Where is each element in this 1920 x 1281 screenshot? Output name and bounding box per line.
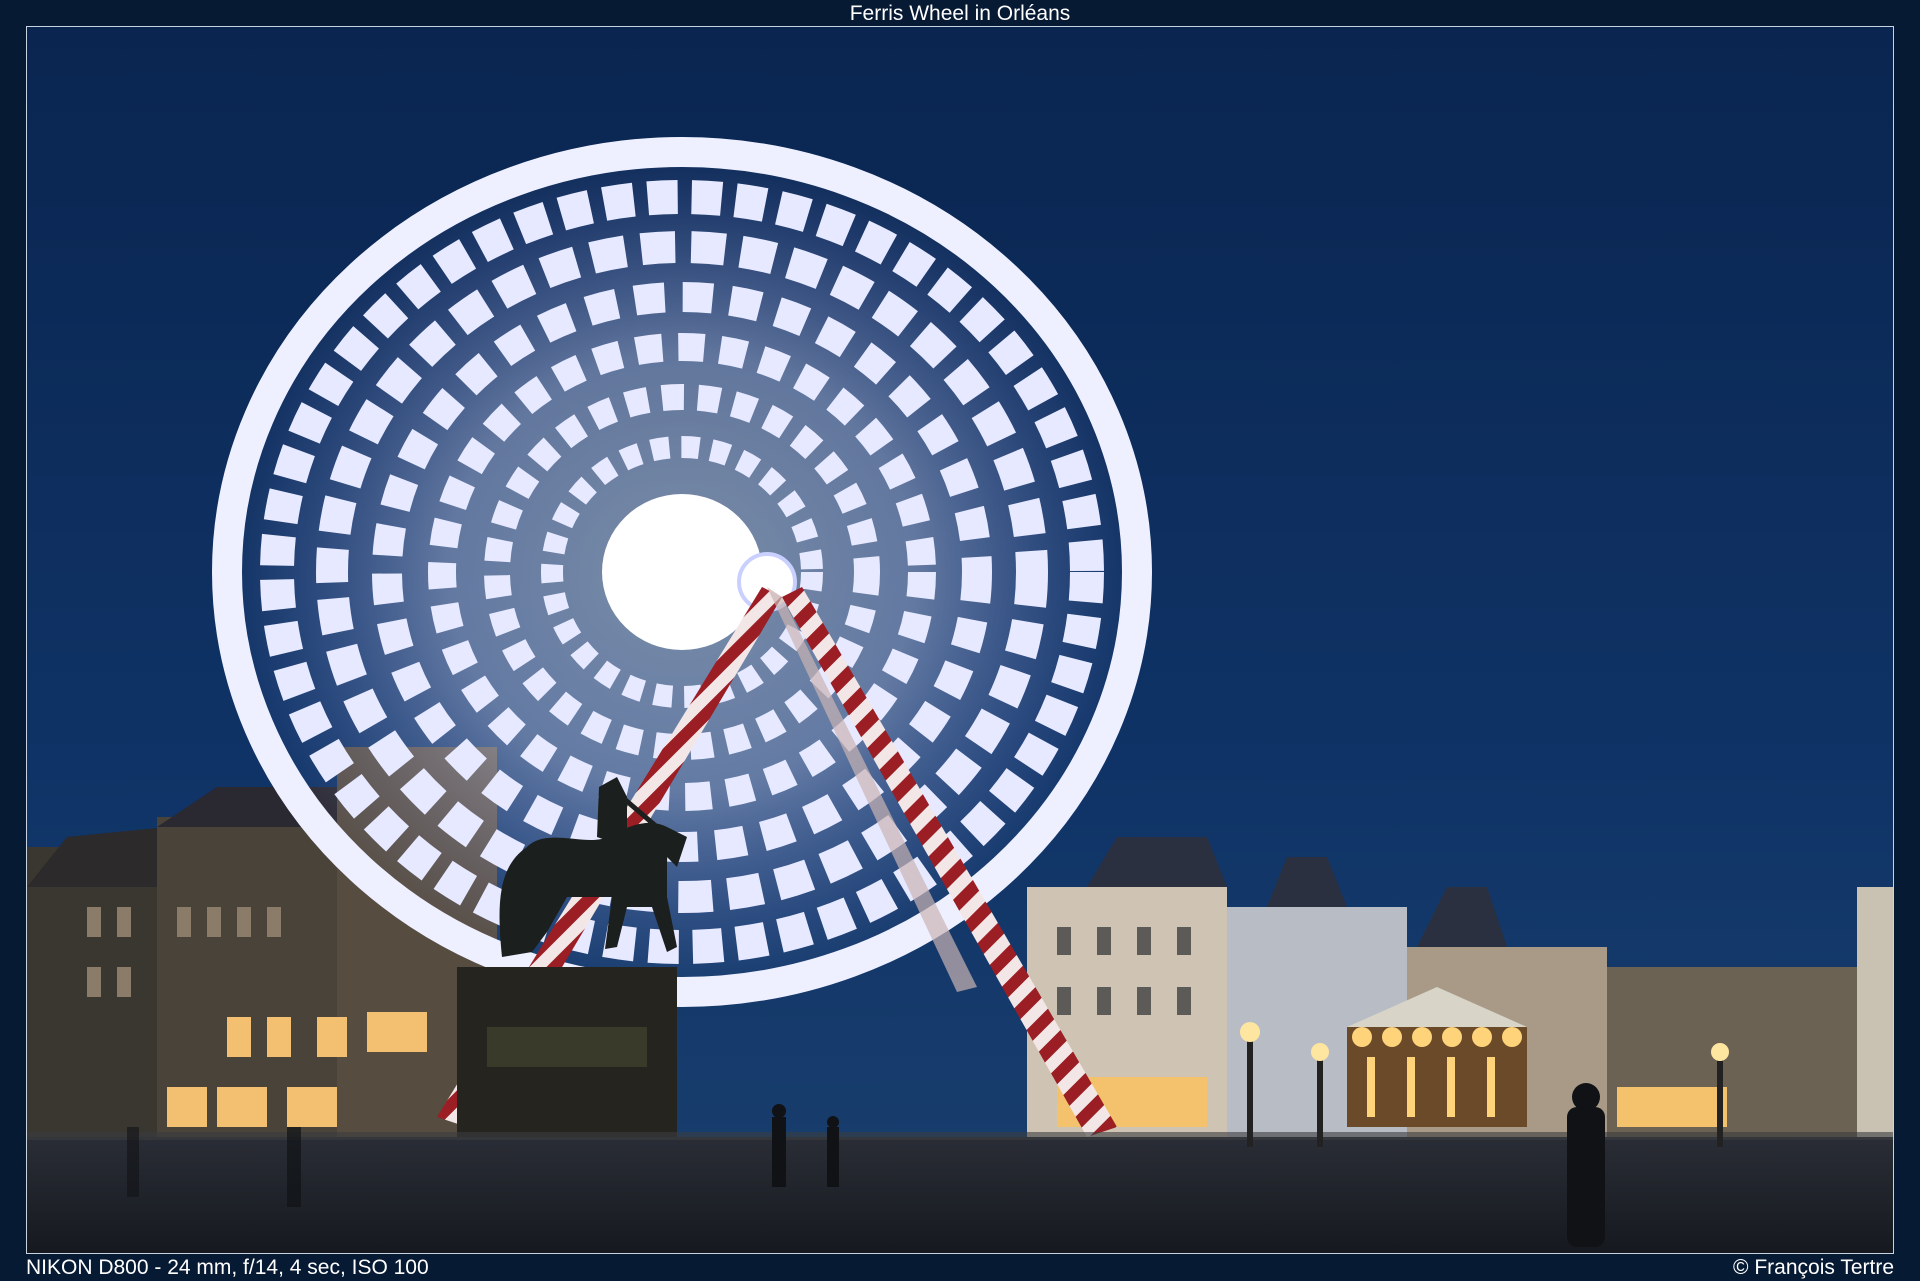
photo (26, 26, 1894, 1254)
copyright-caption: © François Tertre (1733, 1256, 1894, 1279)
image-title: Ferris Wheel in Orléans (849, 2, 1071, 25)
plaza-ground (27, 1137, 1893, 1253)
ferris-wheel (212, 137, 1152, 1007)
camera-settings-caption: NIKON D800 - 24 mm, f/14, 4 sec, ISO 100 (26, 1256, 429, 1279)
photo-scene (27, 27, 1893, 1253)
